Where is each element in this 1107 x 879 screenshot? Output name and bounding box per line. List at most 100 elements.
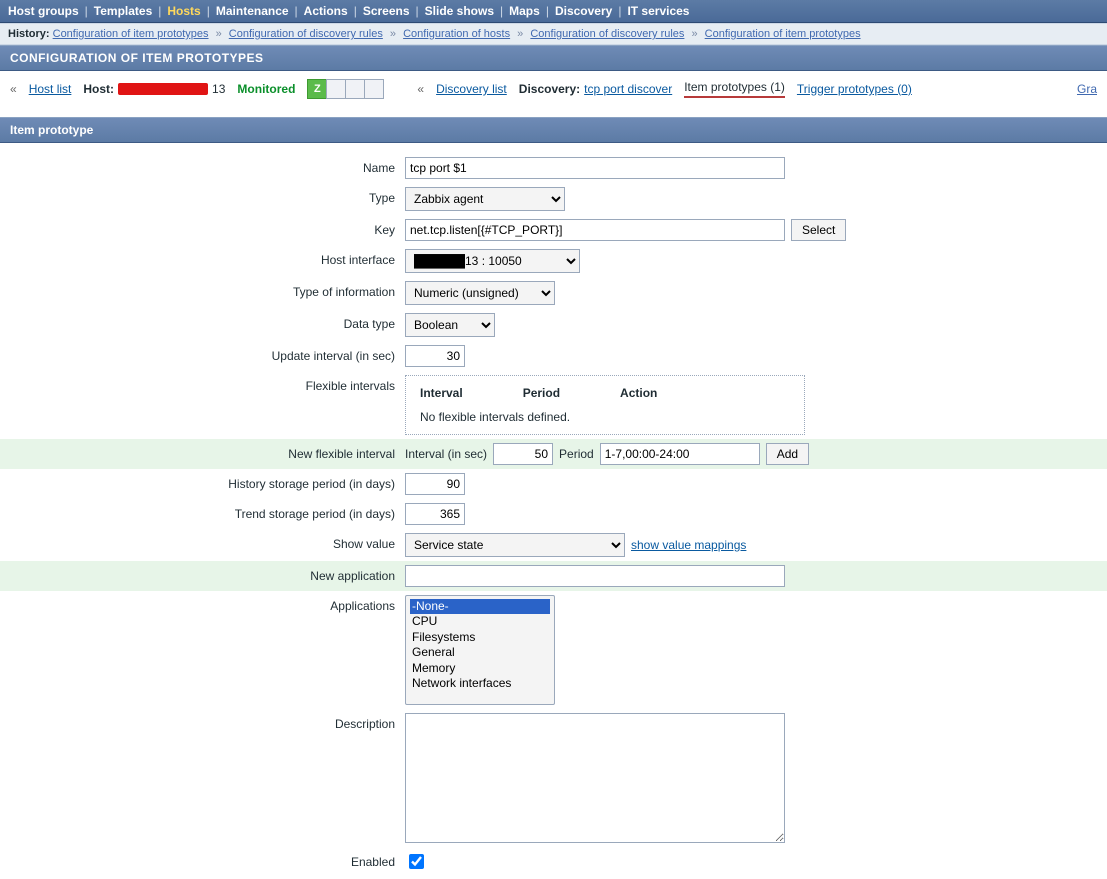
nav-item-it-services[interactable]: IT services bbox=[627, 4, 689, 18]
app-option[interactable]: Memory bbox=[410, 661, 550, 676]
enabled-label: Enabled bbox=[0, 851, 405, 869]
tab-graph-prototypes-cut[interactable]: Gra bbox=[1077, 82, 1097, 96]
trend-input[interactable] bbox=[405, 503, 465, 525]
nav-item-hosts[interactable]: Hosts bbox=[167, 4, 200, 18]
key-label: Key bbox=[0, 219, 405, 237]
nav-separator: | bbox=[158, 4, 161, 18]
new-flex-period-label: Period bbox=[559, 447, 594, 461]
chevron-right-icon: » bbox=[387, 28, 399, 40]
info-type-label: Type of information bbox=[0, 281, 405, 299]
history-label: History storage period (in days) bbox=[0, 473, 405, 491]
indicator-icon bbox=[326, 79, 346, 99]
app-option[interactable]: CPU bbox=[410, 614, 550, 629]
nav-item-discovery[interactable]: Discovery bbox=[555, 4, 612, 18]
show-value-mappings-link[interactable]: show value mappings bbox=[631, 538, 746, 552]
description-label: Description bbox=[0, 713, 405, 731]
flex-intervals-label: Flexible intervals bbox=[0, 375, 405, 393]
indicator-icon bbox=[364, 79, 384, 99]
laquo-icon: « bbox=[417, 82, 424, 96]
history-link[interactable]: Configuration of hosts bbox=[403, 28, 510, 40]
type-label: Type bbox=[0, 187, 405, 205]
discovery-label: Discovery: bbox=[519, 82, 580, 96]
host-interface-select[interactable]: ██████13 : 10050 bbox=[405, 249, 580, 273]
name-input[interactable] bbox=[405, 157, 785, 179]
tab-trigger-prototypes[interactable]: Trigger prototypes (0) bbox=[797, 82, 912, 96]
nav-separator: | bbox=[416, 4, 419, 18]
flex-col-period: Period bbox=[523, 386, 560, 400]
nav-item-host-groups[interactable]: Host groups bbox=[8, 4, 79, 18]
chevron-right-icon: » bbox=[688, 28, 700, 40]
update-interval-input[interactable] bbox=[405, 345, 465, 367]
host-indicator-icons: Z bbox=[307, 79, 383, 99]
new-flex-int-label: Interval (in sec) bbox=[405, 447, 487, 461]
applications-select[interactable]: -None-CPUFilesystemsGeneralMemoryNetwork… bbox=[405, 595, 555, 705]
history-link[interactable]: Configuration of item prototypes bbox=[53, 28, 209, 40]
name-label: Name bbox=[0, 157, 405, 175]
section-title: Item prototype bbox=[0, 117, 1107, 143]
discovery-list-link[interactable]: Discovery list bbox=[436, 82, 507, 96]
key-select-button[interactable]: Select bbox=[791, 219, 846, 241]
discovery-rule-link[interactable]: tcp port discover bbox=[584, 82, 672, 96]
nav-separator: | bbox=[85, 4, 88, 18]
tab-item-prototypes[interactable]: Item prototypes (1) bbox=[684, 80, 785, 98]
host-label: Host: bbox=[83, 82, 114, 96]
new-flex-int-input[interactable] bbox=[493, 443, 553, 465]
new-flex-add-button[interactable]: Add bbox=[766, 443, 809, 465]
enabled-checkbox[interactable] bbox=[409, 854, 424, 869]
nav-separator: | bbox=[618, 4, 621, 18]
chevron-right-icon: » bbox=[514, 28, 526, 40]
show-value-label: Show value bbox=[0, 533, 405, 551]
chevron-right-icon: » bbox=[213, 28, 225, 40]
nav-separator: | bbox=[207, 4, 210, 18]
update-interval-label: Update interval (in sec) bbox=[0, 345, 405, 363]
flex-col-interval: Interval bbox=[420, 386, 463, 400]
history-link[interactable]: Configuration of discovery rules bbox=[530, 28, 684, 40]
flex-col-action: Action bbox=[620, 386, 657, 400]
new-application-label: New application bbox=[0, 565, 405, 583]
toolbar: « Host list Host: 13 Monitored Z « Disco… bbox=[0, 71, 1107, 107]
new-flex-label: New flexible interval bbox=[0, 443, 405, 461]
app-option[interactable]: Filesystems bbox=[410, 630, 550, 645]
history-link[interactable]: Configuration of discovery rules bbox=[229, 28, 383, 40]
nav-item-maintenance[interactable]: Maintenance bbox=[216, 4, 289, 18]
nav-item-templates[interactable]: Templates bbox=[94, 4, 152, 18]
nav-item-slide-shows[interactable]: Slide shows bbox=[425, 4, 494, 18]
app-option[interactable]: Network interfaces bbox=[410, 676, 550, 691]
history-input[interactable] bbox=[405, 473, 465, 495]
data-type-select[interactable]: Boolean bbox=[405, 313, 495, 337]
laquo-icon: « bbox=[10, 82, 17, 96]
nav-item-actions[interactable]: Actions bbox=[304, 4, 348, 18]
host-list-link[interactable]: Host list bbox=[29, 82, 72, 96]
show-value-select[interactable]: Service state bbox=[405, 533, 625, 557]
nav-separator: | bbox=[500, 4, 503, 18]
app-option[interactable]: -None- bbox=[410, 599, 550, 614]
new-application-input[interactable] bbox=[405, 565, 785, 587]
monitored-status: Monitored bbox=[237, 82, 295, 96]
page-title: CONFIGURATION OF ITEM PROTOTYPES bbox=[0, 45, 1107, 71]
host-suffix: 13 bbox=[212, 82, 225, 96]
nav-separator: | bbox=[546, 4, 549, 18]
history-link[interactable]: Configuration of item prototypes bbox=[705, 28, 861, 40]
item-prototype-form: Name Type Zabbix agent Key Select Host i… bbox=[0, 153, 1107, 876]
nav-separator: | bbox=[354, 4, 357, 18]
flex-empty-text: No flexible intervals defined. bbox=[420, 410, 790, 424]
top-nav: Host groups | Templates | Hosts | Maintenance |… bbox=[0, 0, 1107, 23]
info-type-select[interactable]: Numeric (unsigned) bbox=[405, 281, 555, 305]
host-interface-label: Host interface bbox=[0, 249, 405, 267]
history-label: History: bbox=[8, 28, 50, 40]
app-option[interactable]: General bbox=[410, 645, 550, 660]
zabbix-agent-icon: Z bbox=[307, 79, 327, 99]
flex-intervals-box: Interval Period Action No flexible inter… bbox=[405, 375, 805, 435]
nav-separator: | bbox=[295, 4, 298, 18]
applications-label: Applications bbox=[0, 595, 405, 613]
description-textarea[interactable] bbox=[405, 713, 785, 843]
type-select[interactable]: Zabbix agent bbox=[405, 187, 565, 211]
new-flex-period-input[interactable] bbox=[600, 443, 760, 465]
key-input[interactable] bbox=[405, 219, 785, 241]
nav-item-screens[interactable]: Screens bbox=[363, 4, 410, 18]
obfuscated-host-icon bbox=[118, 83, 208, 95]
indicator-icon bbox=[345, 79, 365, 99]
nav-item-maps[interactable]: Maps bbox=[509, 4, 540, 18]
data-type-label: Data type bbox=[0, 313, 405, 331]
breadcrumb: History: Configuration of item prototype… bbox=[0, 23, 1107, 45]
